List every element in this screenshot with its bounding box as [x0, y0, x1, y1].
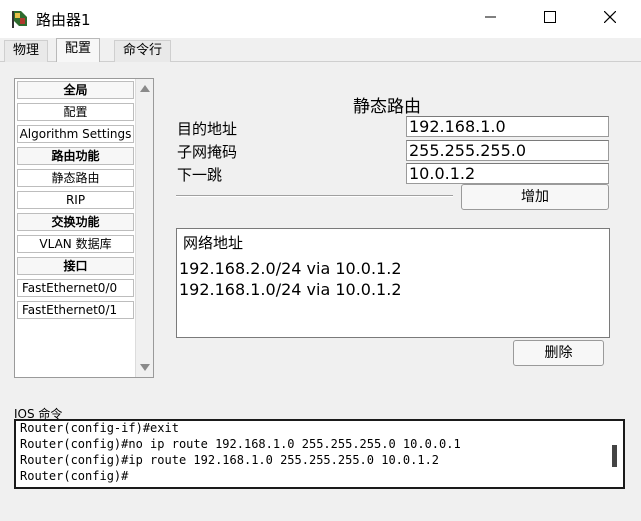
sidebar-item-settings[interactable]: 配置 [17, 103, 134, 121]
next-hop-label: 下一跳 [177, 166, 223, 184]
sidebar-item-vlan-database[interactable]: VLAN 数据库 [17, 235, 134, 253]
close-icon [603, 10, 617, 27]
close-button[interactable] [587, 0, 633, 38]
subnet-mask-label: 子网掩码 [177, 143, 238, 161]
sidebar-scrollbar[interactable] [135, 79, 153, 377]
minimize-icon [485, 11, 497, 27]
scroll-down-icon[interactable] [140, 364, 150, 371]
dest-address-input[interactable]: 192.168.1.0 [406, 116, 609, 137]
maximize-icon [544, 11, 556, 27]
console-scrollbar[interactable] [612, 445, 617, 467]
sidebar-header-global: 全局 [17, 81, 134, 99]
delete-button[interactable]: 删除 [513, 340, 604, 366]
tab-config[interactable]: 配置 [56, 38, 101, 63]
maximize-button[interactable] [527, 0, 573, 38]
router-app-icon [10, 9, 30, 29]
dest-address-label: 目的地址 [177, 120, 238, 138]
form-divider [176, 195, 453, 197]
section-title: 静态路由 [353, 97, 421, 117]
ios-console[interactable]: Router(config-if)#exit Router(config)#no… [14, 419, 625, 489]
sidebar-item-fastethernet0-0[interactable]: FastEthernet0/0 [17, 279, 134, 297]
minimize-button[interactable] [468, 0, 514, 38]
tab-bar: 物理 配置 命令行 [0, 38, 641, 63]
add-button[interactable]: 增加 [461, 184, 609, 210]
route-list-item[interactable]: 192.168.1.0/24 via 10.0.1.2 [179, 280, 402, 299]
sidebar-nav: 全局 配置 Algorithm Settings 路由功能 静态路由 RIP 交… [14, 78, 154, 378]
route-list-item[interactable]: 192.168.2.0/24 via 10.0.1.2 [179, 259, 402, 278]
sidebar-header-interface: 接口 [17, 257, 134, 275]
title-bar: 路由器1 [0, 0, 641, 38]
next-hop-input[interactable]: 10.0.1.2 [406, 163, 609, 184]
console-line: Router(config)#no ip route 192.168.1.0 2… [20, 437, 461, 451]
scroll-up-icon[interactable] [140, 85, 150, 92]
sidebar-header-switching: 交换功能 [17, 213, 134, 231]
tab-cli[interactable]: 命令行 [114, 40, 172, 62]
console-line: Router(config)#ip route 192.168.1.0 255.… [20, 453, 440, 467]
route-list[interactable]: 网络地址 192.168.2.0/24 via 10.0.1.2 192.168… [176, 228, 610, 338]
console-line: Router(config)# [20, 469, 129, 483]
sidebar-item-fastethernet0-1[interactable]: FastEthernet0/1 [17, 301, 134, 319]
config-panel: 全局 配置 Algorithm Settings 路由功能 静态路由 RIP 交… [0, 62, 641, 521]
tab-physical[interactable]: 物理 [4, 40, 49, 62]
sidebar-header-routing: 路由功能 [17, 147, 134, 165]
sidebar-item-algorithm-settings[interactable]: Algorithm Settings [17, 125, 134, 143]
sidebar-item-rip[interactable]: RIP [17, 191, 134, 209]
subnet-mask-input[interactable]: 255.255.255.0 [406, 140, 609, 161]
console-line: Router(config-if)#exit [20, 421, 179, 435]
window-title: 路由器1 [36, 11, 91, 29]
sidebar-item-static-routing[interactable]: 静态路由 [17, 169, 134, 187]
route-list-header: 网络地址 [183, 234, 244, 252]
